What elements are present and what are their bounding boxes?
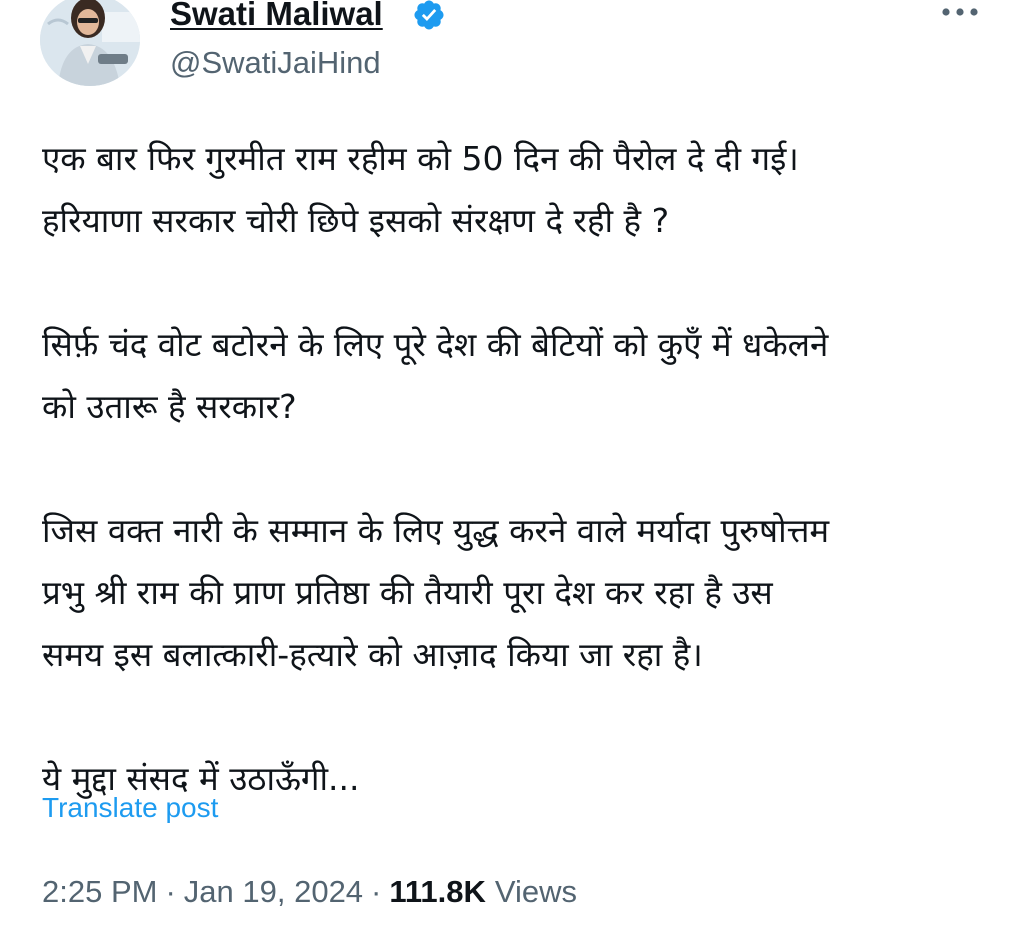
post-line: को उतारू है सरकार? (42, 387, 297, 426)
more-options-button[interactable] (938, 0, 982, 30)
translate-post-link[interactable]: Translate post (42, 790, 218, 826)
post-date[interactable]: Jan 19, 2024 (184, 874, 363, 909)
username-handle[interactable]: @SwatiJaiHind (170, 44, 381, 82)
more-icon (942, 8, 978, 16)
views-label[interactable]: Views (486, 874, 577, 909)
display-name[interactable]: Swati Maliwal (170, 0, 383, 34)
verified-badge-icon (414, 0, 444, 30)
views-count[interactable]: 111.8K (389, 874, 486, 909)
post-line: जिस वक्त नारी के सम्मान के लिए युद्ध करन… (42, 511, 830, 550)
post-metadata: 2:25 PM · Jan 19, 2024 · 111.8K Views (42, 872, 577, 912)
separator: · (371, 874, 382, 909)
post-paragraph: सिर्फ़ चंद वोट बटोरने के लिए पूरे देश की… (42, 314, 1002, 438)
post-paragraph: जिस वक्त नारी के सम्मान के लिए युद्ध करन… (42, 500, 1002, 686)
post-line: हरियाणा सरकार चोरी छिपे इसको संरक्षण दे … (42, 201, 670, 240)
post-time[interactable]: 2:25 PM (42, 874, 157, 909)
avatar[interactable] (40, 0, 140, 86)
post-line: एक बार फिर गुरमीत राम रहीम को 50 दिन की … (42, 139, 799, 178)
post-line: सिर्फ़ चंद वोट बटोरने के लिए पूरे देश की… (42, 325, 829, 364)
post-line: प्रभु श्री राम की प्राण प्रतिष्ठा की तैय… (42, 573, 773, 612)
post-text: एक बार फिर गुरमीत राम रहीम को 50 दिन की … (42, 128, 1002, 810)
profile-photo (40, 0, 140, 86)
separator: · (165, 874, 176, 909)
post-detail: Swati Maliwal @SwatiJaiHind एक बार फिर ग… (0, 0, 1024, 941)
post-line: समय इस बलात्कारी-हत्यारे को आज़ाद किया ज… (42, 635, 703, 674)
post-paragraph: एक बार फिर गुरमीत राम रहीम को 50 दिन की … (42, 128, 1002, 252)
